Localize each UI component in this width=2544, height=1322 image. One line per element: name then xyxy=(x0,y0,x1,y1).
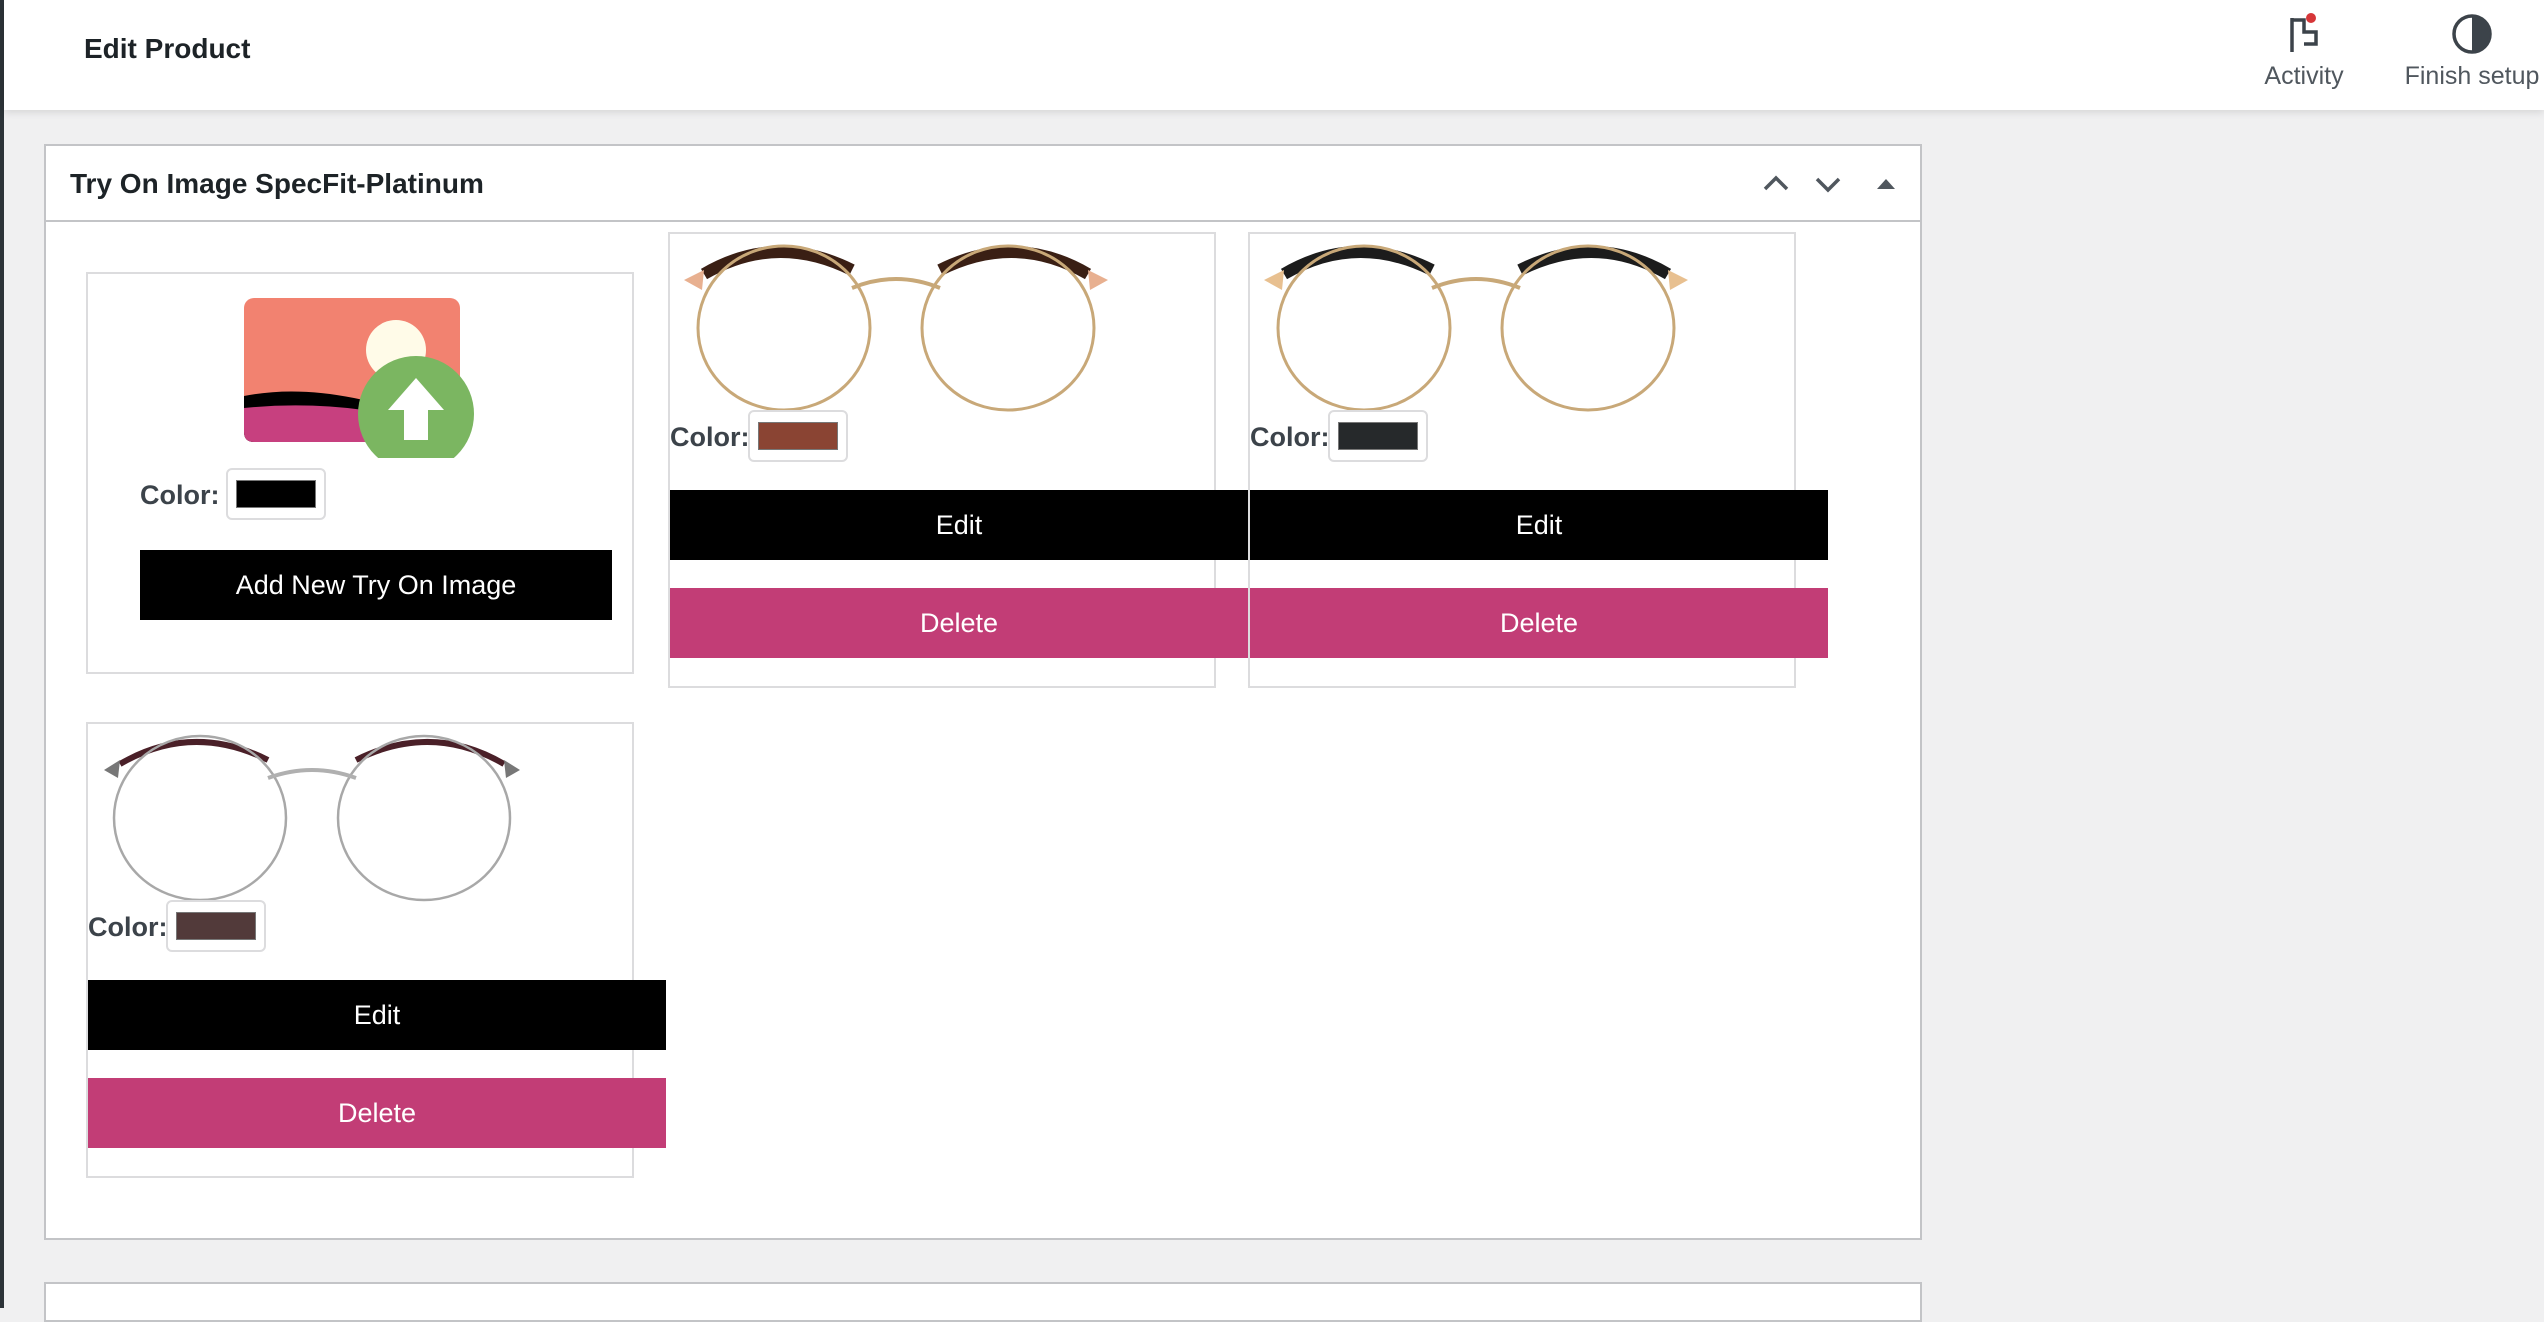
color-label: Color: xyxy=(88,912,168,942)
color-picker[interactable] xyxy=(166,900,266,952)
color-picker[interactable] xyxy=(226,468,326,520)
try-on-item-card: Color: Edit Delete xyxy=(1248,232,1828,688)
color-label: Color: xyxy=(670,422,750,452)
color-label: Color: xyxy=(1250,422,1330,452)
top-header-bar: Edit Product Activity Finish setup xyxy=(4,0,2544,110)
notification-dot xyxy=(2306,13,2316,23)
toggle-panel-button[interactable] xyxy=(1866,164,1906,204)
admin-sidebar-edge xyxy=(0,0,4,1308)
delete-button[interactable]: Delete xyxy=(88,1078,666,1148)
page-title: Edit Product xyxy=(84,33,251,64)
try-on-item-card: Color: Edit Delete xyxy=(86,722,666,1178)
activity-label: Activity xyxy=(2264,62,2344,90)
add-new-card: Color: Add New Try On Image xyxy=(86,272,634,674)
half-circle-icon xyxy=(2452,14,2492,54)
eyeglasses-image xyxy=(104,734,520,902)
color-swatch xyxy=(176,912,256,940)
finish-setup-button[interactable]: Finish setup xyxy=(2392,12,2544,102)
color-swatch xyxy=(1338,422,1418,450)
triangle-up-icon xyxy=(1877,179,1895,189)
color-picker[interactable] xyxy=(748,410,848,462)
color-label: Color: xyxy=(140,480,220,510)
chevron-down-icon xyxy=(1815,177,1841,193)
edit-button[interactable]: Edit xyxy=(1250,490,1828,560)
edit-button[interactable]: Edit xyxy=(88,980,666,1050)
chevron-up-icon xyxy=(1763,175,1789,191)
eyeglasses-image xyxy=(1264,244,1688,412)
panel-title: Try On Image SpecFit-Platinum xyxy=(70,168,484,199)
next-panel xyxy=(44,1282,1922,1322)
try-on-item-card: Color: Edit Delete xyxy=(668,232,1248,688)
edit-button[interactable]: Edit xyxy=(670,490,1248,560)
color-swatch xyxy=(758,422,838,450)
color-picker[interactable] xyxy=(1328,410,1428,462)
delete-button[interactable]: Delete xyxy=(670,588,1248,658)
eyeglasses-image xyxy=(684,244,1108,412)
try-on-image-panel: Try On Image SpecFit-Platinum Color: Add… xyxy=(44,144,1922,1240)
add-new-try-on-image-button[interactable]: Add New Try On Image xyxy=(140,550,612,620)
finish-setup-label: Finish setup xyxy=(2404,62,2540,90)
activity-button[interactable]: Activity xyxy=(2244,12,2364,102)
delete-button[interactable]: Delete xyxy=(1250,588,1828,658)
image-upload-icon[interactable] xyxy=(244,298,474,458)
panel-header: Try On Image SpecFit-Platinum xyxy=(46,146,1920,222)
flag-icon xyxy=(2290,13,2318,52)
move-up-button[interactable] xyxy=(1756,164,1796,204)
color-swatch xyxy=(236,480,316,508)
move-down-button[interactable] xyxy=(1808,164,1848,204)
